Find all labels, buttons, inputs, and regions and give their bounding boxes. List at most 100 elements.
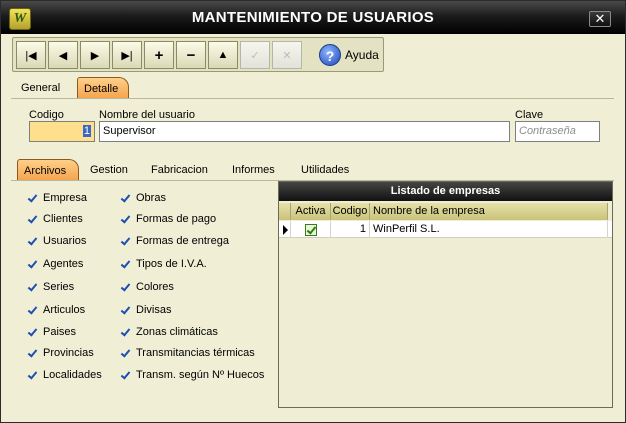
perm-label: Formas de pago	[136, 213, 217, 225]
perm-label: Formas de entrega	[136, 235, 229, 247]
checkbox-checked-icon[interactable]	[120, 214, 131, 225]
first-record-button[interactable]: |◀	[16, 41, 46, 69]
help-label: Ayuda	[345, 48, 379, 62]
perm-articulos[interactable]: Articulos	[27, 303, 85, 317]
column-header-codigo[interactable]: Codigo	[331, 203, 370, 220]
perm-label: Clientes	[43, 213, 83, 225]
checkbox-checked-icon[interactable]	[305, 224, 317, 236]
subtab-fabricacion[interactable]: Fabricacion	[151, 159, 208, 181]
row-selector[interactable]	[279, 221, 291, 238]
table-row[interactable]: 1 WinPerfil S.L.	[279, 221, 612, 238]
companies-grid-title: Listado de empresas	[279, 182, 612, 201]
codigo-label: Codigo	[29, 109, 64, 121]
checkbox-checked-icon[interactable]	[120, 236, 131, 247]
help-button[interactable]: ? Ayuda	[313, 41, 379, 69]
perm-label: Divisas	[136, 304, 172, 316]
minus-icon: −	[186, 46, 196, 64]
perm-empresa[interactable]: Empresa	[27, 191, 87, 205]
perm-label: Transmitancias térmicas	[136, 347, 255, 359]
subtab-utilidades[interactable]: Utilidades	[301, 159, 349, 181]
tab-divider	[11, 98, 614, 99]
checkbox-checked-icon[interactable]	[120, 282, 131, 293]
cancel-button[interactable]: ✕	[272, 41, 302, 69]
perm-localidades[interactable]: Localidades	[27, 368, 102, 382]
current-row-arrow-icon	[283, 225, 288, 235]
perm-formas-entrega[interactable]: Formas de entrega	[120, 234, 229, 248]
checkbox-checked-icon[interactable]	[27, 193, 38, 204]
add-record-button[interactable]: +	[144, 41, 174, 69]
perm-label: Colores	[136, 281, 174, 293]
column-header-nombre[interactable]: Nombre de la empresa	[370, 203, 608, 220]
title-bar[interactable]: W MANTENIMIENTO DE USUARIOS ✕	[1, 1, 625, 34]
perm-transm-huecos[interactable]: Transm. según Nº Huecos	[120, 368, 264, 382]
checkbox-checked-icon[interactable]	[27, 214, 38, 225]
first-record-icon: |◀	[25, 49, 37, 62]
checkbox-checked-icon[interactable]	[120, 348, 131, 359]
help-icon: ?	[319, 44, 341, 66]
checkbox-checked-icon[interactable]	[120, 327, 131, 338]
perm-obras[interactable]: Obras	[120, 191, 166, 205]
plus-icon: +	[154, 46, 164, 64]
column-header-activa[interactable]: Activa	[291, 203, 331, 220]
checkbox-checked-icon[interactable]	[27, 370, 38, 381]
perm-transmitancias[interactable]: Transmitancias térmicas	[120, 346, 255, 360]
perm-provincias[interactable]: Provincias	[27, 346, 94, 360]
perm-clientes[interactable]: Clientes	[27, 212, 83, 226]
edit-record-button[interactable]: ▲	[208, 41, 238, 69]
checkbox-checked-icon[interactable]	[27, 236, 38, 247]
perm-divisas[interactable]: Divisas	[120, 303, 171, 317]
perm-label: Provincias	[43, 347, 94, 359]
close-window-button[interactable]: ✕	[589, 11, 611, 27]
perm-label: Series	[43, 281, 75, 293]
perm-paises[interactable]: Paises	[27, 325, 76, 339]
subtab-gestion[interactable]: Gestion	[90, 159, 128, 181]
perm-usuarios[interactable]: Usuarios	[27, 234, 86, 248]
checkbox-checked-icon[interactable]	[27, 327, 38, 338]
subtab-informes[interactable]: Informes	[232, 159, 275, 181]
perm-series[interactable]: Series	[27, 280, 74, 294]
cell-activa[interactable]	[291, 221, 331, 238]
checkbox-checked-icon[interactable]	[27, 348, 38, 359]
checkbox-checked-icon[interactable]	[27, 305, 38, 316]
x-icon: ✕	[282, 49, 292, 62]
perm-label: Usuarios	[43, 235, 87, 247]
cell-codigo[interactable]: 1	[331, 221, 370, 238]
clave-input[interactable]: Contraseña	[515, 121, 600, 142]
cell-nombre[interactable]: WinPerfil S.L.	[370, 221, 608, 238]
tab-general[interactable]: General	[15, 77, 66, 99]
perm-tipos-iva[interactable]: Tipos de I.V.A.	[120, 257, 207, 271]
prev-record-icon: ◀	[58, 49, 68, 62]
checkbox-checked-icon[interactable]	[120, 370, 131, 381]
checkbox-checked-icon[interactable]	[27, 282, 38, 293]
last-record-icon: ▶|	[121, 49, 133, 62]
checkbox-checked-icon[interactable]	[120, 259, 131, 270]
perm-label: Localidades	[43, 369, 102, 381]
window-title: MANTENIMIENTO DE USUARIOS	[191, 9, 435, 26]
perm-zonas-climaticas[interactable]: Zonas climáticas	[120, 325, 218, 339]
perm-label: Agentes	[43, 258, 84, 270]
perm-label: Transm. según Nº Huecos	[136, 369, 265, 381]
prev-record-button[interactable]: ◀	[48, 41, 78, 69]
perm-agentes[interactable]: Agentes	[27, 257, 83, 271]
last-record-button[interactable]: ▶|	[112, 41, 142, 69]
checkbox-checked-icon[interactable]	[27, 259, 38, 270]
tab-detalle[interactable]: Detalle	[77, 77, 129, 99]
checkbox-checked-icon[interactable]	[120, 305, 131, 316]
perm-colores[interactable]: Colores	[120, 280, 174, 294]
next-record-button[interactable]: ▶	[80, 41, 110, 69]
perm-label: Paises	[43, 326, 77, 338]
perm-label: Obras	[136, 192, 166, 204]
perm-label: Tipos de I.V.A.	[136, 258, 207, 270]
delete-record-button[interactable]: −	[176, 41, 206, 69]
subtab-archivos[interactable]: Archivos	[17, 159, 79, 181]
codigo-value: 1	[82, 125, 91, 137]
codigo-input[interactable]: 1	[29, 121, 95, 142]
checkbox-checked-icon[interactable]	[120, 193, 131, 204]
nombre-input[interactable]: Supervisor	[99, 121, 510, 142]
clave-label: Clave	[515, 109, 544, 121]
confirm-button[interactable]: ✓	[240, 41, 270, 69]
navigation-toolbar: |◀ ◀ ▶ ▶| + − ▲ ✓ ✕ ? Ayuda	[12, 37, 384, 72]
check-icon: ✓	[250, 49, 260, 62]
perm-formas-pago[interactable]: Formas de pago	[120, 212, 216, 226]
user-maintenance-window: W MANTENIMIENTO DE USUARIOS ✕ |◀ ◀ ▶ ▶| …	[0, 0, 626, 423]
